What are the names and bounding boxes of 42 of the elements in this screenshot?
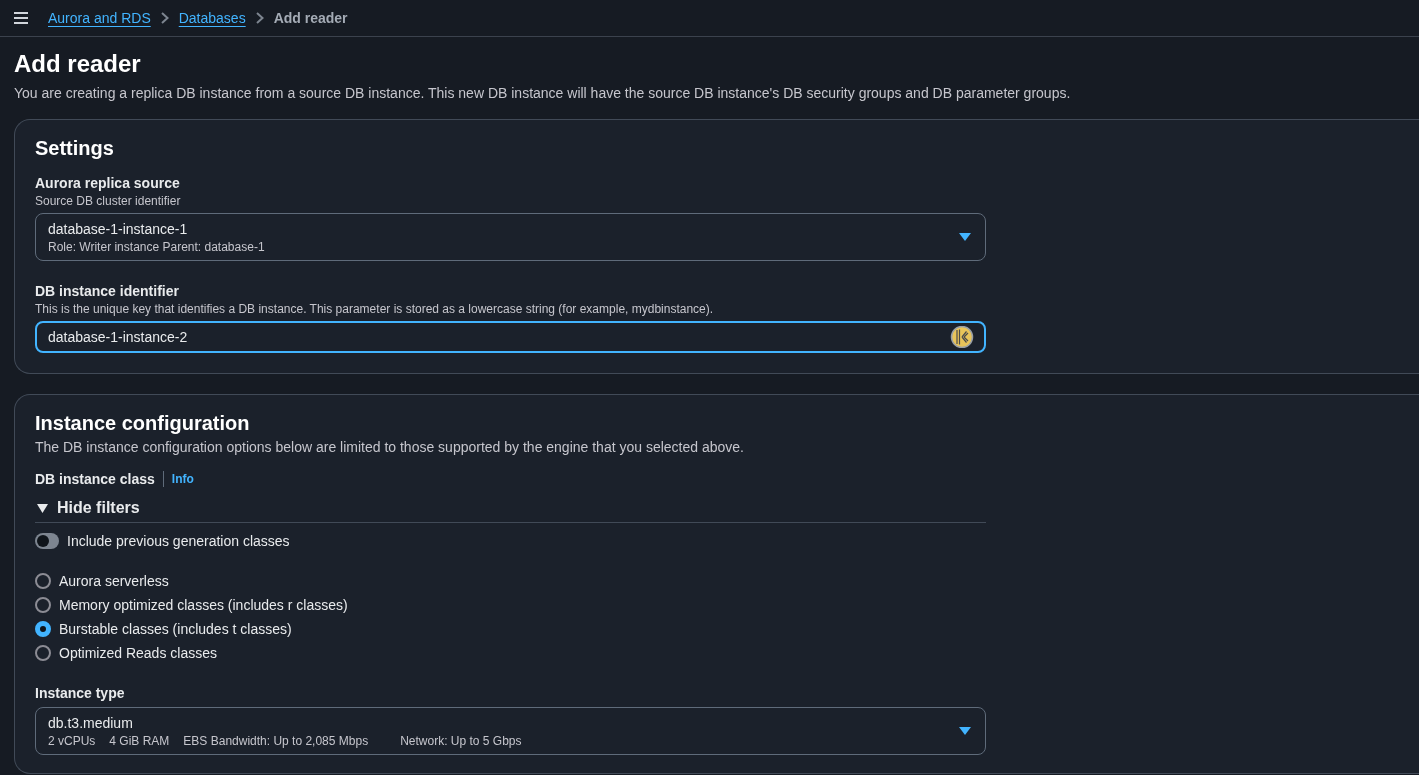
- caret-down-icon: [959, 233, 971, 241]
- option-detail: EBS Bandwidth: Up to 2,085 Mbps: [183, 733, 369, 749]
- select-field[interactable]: database-1-instance-1 Role: Writer instance Parent: database-1: [35, 213, 986, 261]
- radio-label[interactable]: Optimized Reads classes: [59, 643, 217, 663]
- toggle-label: Include previous generation classes: [67, 532, 290, 551]
- radio-button[interactable]: [35, 573, 51, 589]
- option-detail: 4 GiB RAM: [109, 733, 170, 749]
- option-detail: 2 vCPUs: [48, 733, 96, 749]
- radio-label[interactable]: Memory optimized classes (includes r classes): [59, 595, 348, 615]
- field-label: Aurora replica source: [35, 174, 181, 193]
- radio-label[interactable]: Aurora serverless: [59, 571, 169, 591]
- chevron-right-icon: [255, 12, 264, 24]
- chevron-right-icon: [160, 12, 169, 24]
- selected-value: database-1-instance-1: [48, 220, 189, 239]
- info-link[interactable]: Info: [171, 469, 194, 489]
- field-description: Source DB cluster identifier: [35, 193, 182, 209]
- caret-down-icon: [959, 727, 971, 735]
- section-description: The DB instance configuration options below are limited to those supported by the engine that you selected above.: [35, 438, 745, 457]
- select-field[interactable]: db.t3.medium 2 vCPUs 4 GiB RAM EBS Bandwidth: Up to 2,085 Mbps Network: Up to 5 Gbps: [35, 707, 986, 755]
- field-description: This is the unique key that identifies a DB instance. This parameter is stored as a lowercase string (for example, mydbinstance).: [35, 301, 715, 317]
- radio-button[interactable]: [35, 597, 51, 613]
- option-detail: Network: Up to 5 Gbps: [400, 733, 522, 749]
- filter-toggle[interactable]: Hide filters: [35, 496, 140, 520]
- breadcrumb-link[interactable]: Aurora and RDS: [48, 8, 151, 28]
- radio-button[interactable]: [35, 621, 51, 637]
- section-title: Settings: [35, 136, 115, 161]
- page-title: Add reader: [14, 49, 142, 79]
- round-emblem-icon: [950, 326, 974, 348]
- text-input[interactable]: database-1-instance-2: [35, 321, 986, 353]
- selected-value: db.t3.medium: [48, 714, 134, 733]
- section-title: Instance configuration: [35, 411, 251, 436]
- option-detail: Role: Writer instance Parent: database-1: [48, 239, 265, 255]
- field-label: DB instance identifier: [35, 282, 180, 301]
- page-description: You are creating a replica DB instance from a source DB instance. This new DB instance will have the source DB instance's DB security groups and DB parameter groups.: [14, 84, 1072, 103]
- menu-icon[interactable]: [14, 12, 28, 24]
- field-label: Instance type: [35, 684, 126, 703]
- radio-button[interactable]: [35, 645, 51, 661]
- breadcrumb-current: Add reader: [273, 9, 348, 28]
- field-label: DB instance class: [35, 470, 155, 489]
- toggle-switch[interactable]: [35, 533, 59, 549]
- radio-label[interactable]: Burstable classes (includes t classes): [59, 619, 292, 639]
- breadcrumb-link[interactable]: Databases: [178, 8, 246, 28]
